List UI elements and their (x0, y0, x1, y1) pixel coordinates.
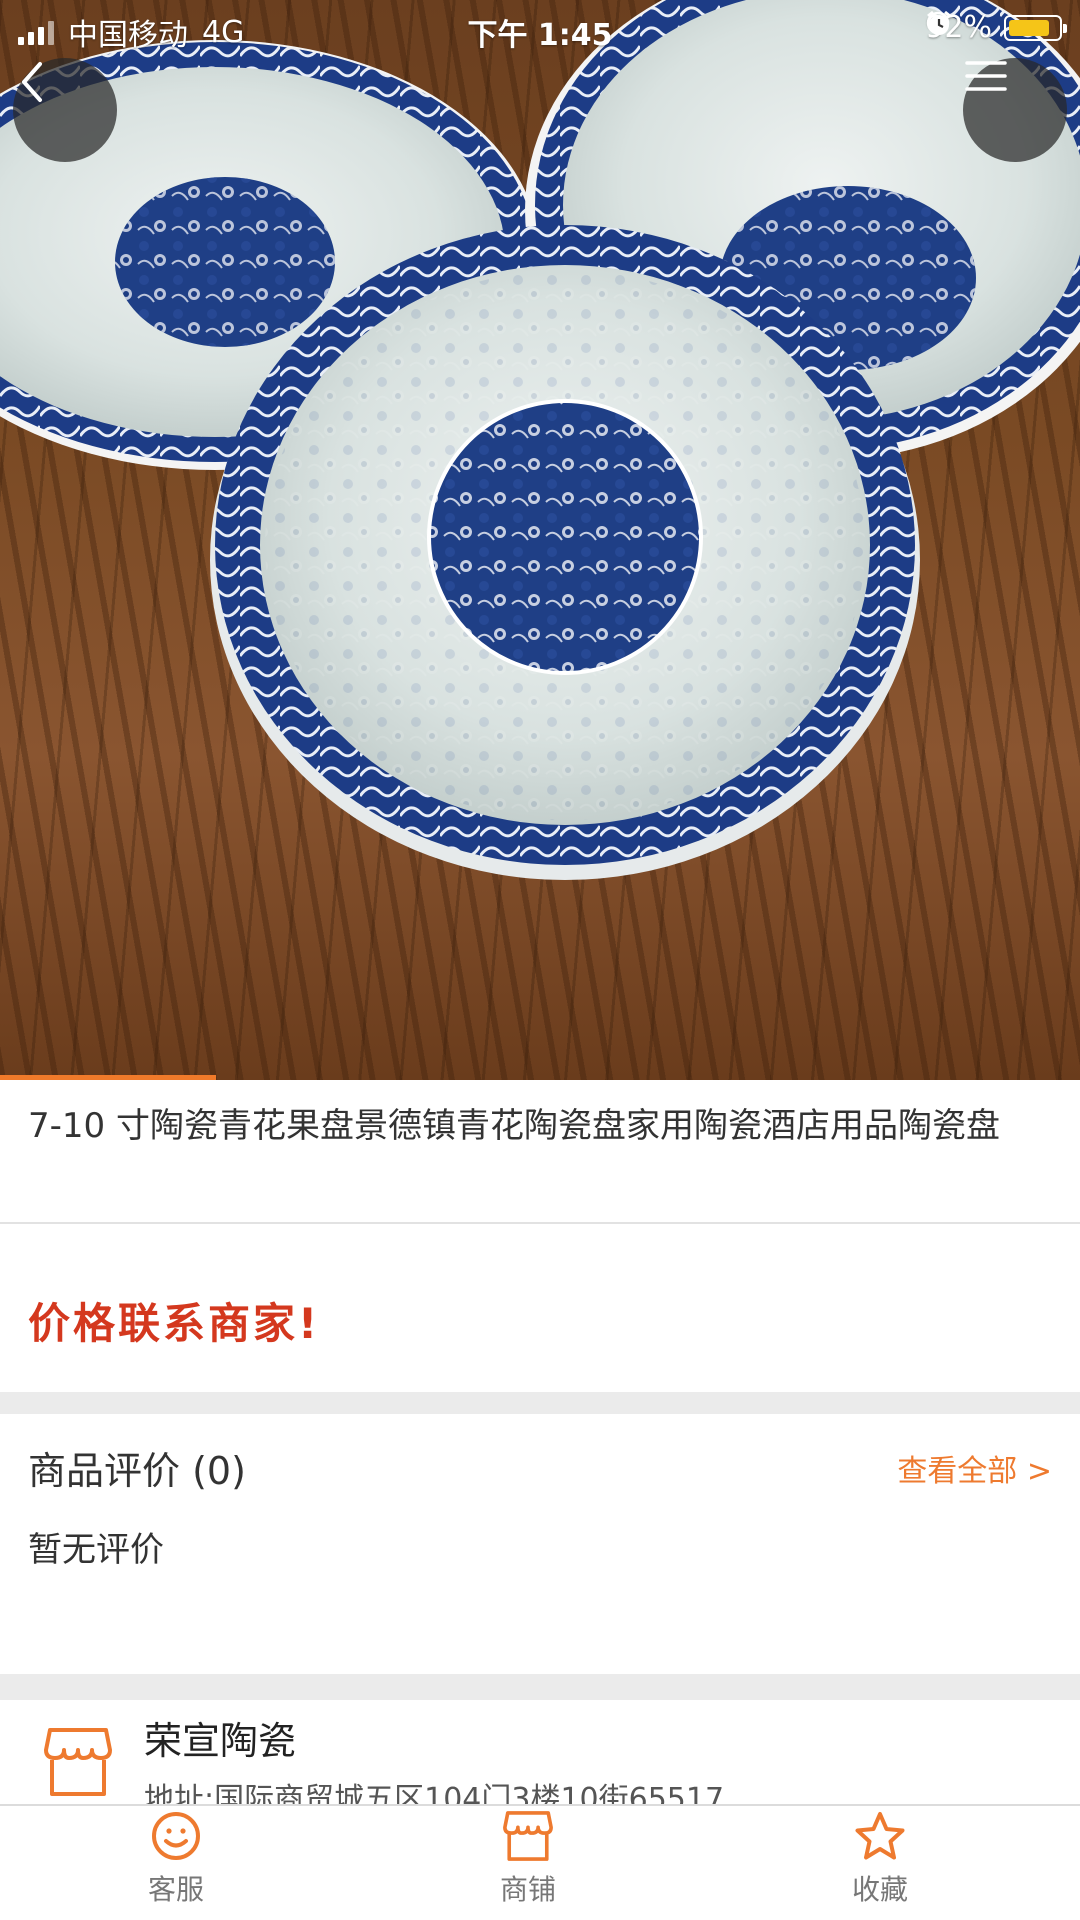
reviews-empty-text: 暂无评价 (28, 1530, 164, 1570)
customer-service-button[interactable]: 客服 (96, 1810, 256, 1908)
product-image-carousel[interactable]: 中国移动 4G 下午 1:45 92% (0, 0, 1080, 1080)
status-bar: 中国移动 4G 下午 1:45 92% (0, 0, 1080, 56)
clock: 下午 1:45 (467, 18, 613, 53)
carousel-progress-bar (0, 1075, 216, 1080)
nav-label: 收藏 (851, 1873, 908, 1906)
reviews-title: 商品评价 (0) (28, 1449, 246, 1493)
bottom-nav: 客服 商铺 收藏 (0, 1804, 1080, 1920)
plate-front (210, 225, 920, 880)
menu-icon (965, 61, 1007, 91)
nav-label: 客服 (147, 1873, 204, 1906)
menu-button[interactable] (963, 58, 1067, 162)
alarm-icon (927, 10, 952, 35)
nav-label: 商铺 (499, 1873, 556, 1906)
star-icon (855, 1812, 905, 1860)
shop-button[interactable]: 商铺 (448, 1810, 608, 1908)
battery-icon (1004, 14, 1067, 41)
store-icon (503, 1811, 553, 1861)
product-photo (0, 0, 1080, 880)
view-all-reviews-link[interactable]: 查看全部 > (897, 1446, 1052, 1490)
shop-name[interactable]: 荣宣陶瓷 (144, 1710, 296, 1765)
chevron-left-icon (22, 62, 42, 102)
store-icon (44, 1728, 112, 1796)
divider (0, 1222, 1080, 1224)
back-button[interactable] (13, 58, 117, 162)
section-gap (0, 1674, 1080, 1700)
price-text: 价格联系商家! (28, 1299, 321, 1348)
section-gap (0, 1392, 1080, 1414)
product-title: 7-10 寸陶瓷青花果盘景德镇青花陶瓷盘家用陶瓷酒店用品陶瓷盘 (28, 1106, 1000, 1146)
favorite-button[interactable]: 收藏 (800, 1810, 960, 1908)
smiley-icon (152, 1812, 200, 1860)
